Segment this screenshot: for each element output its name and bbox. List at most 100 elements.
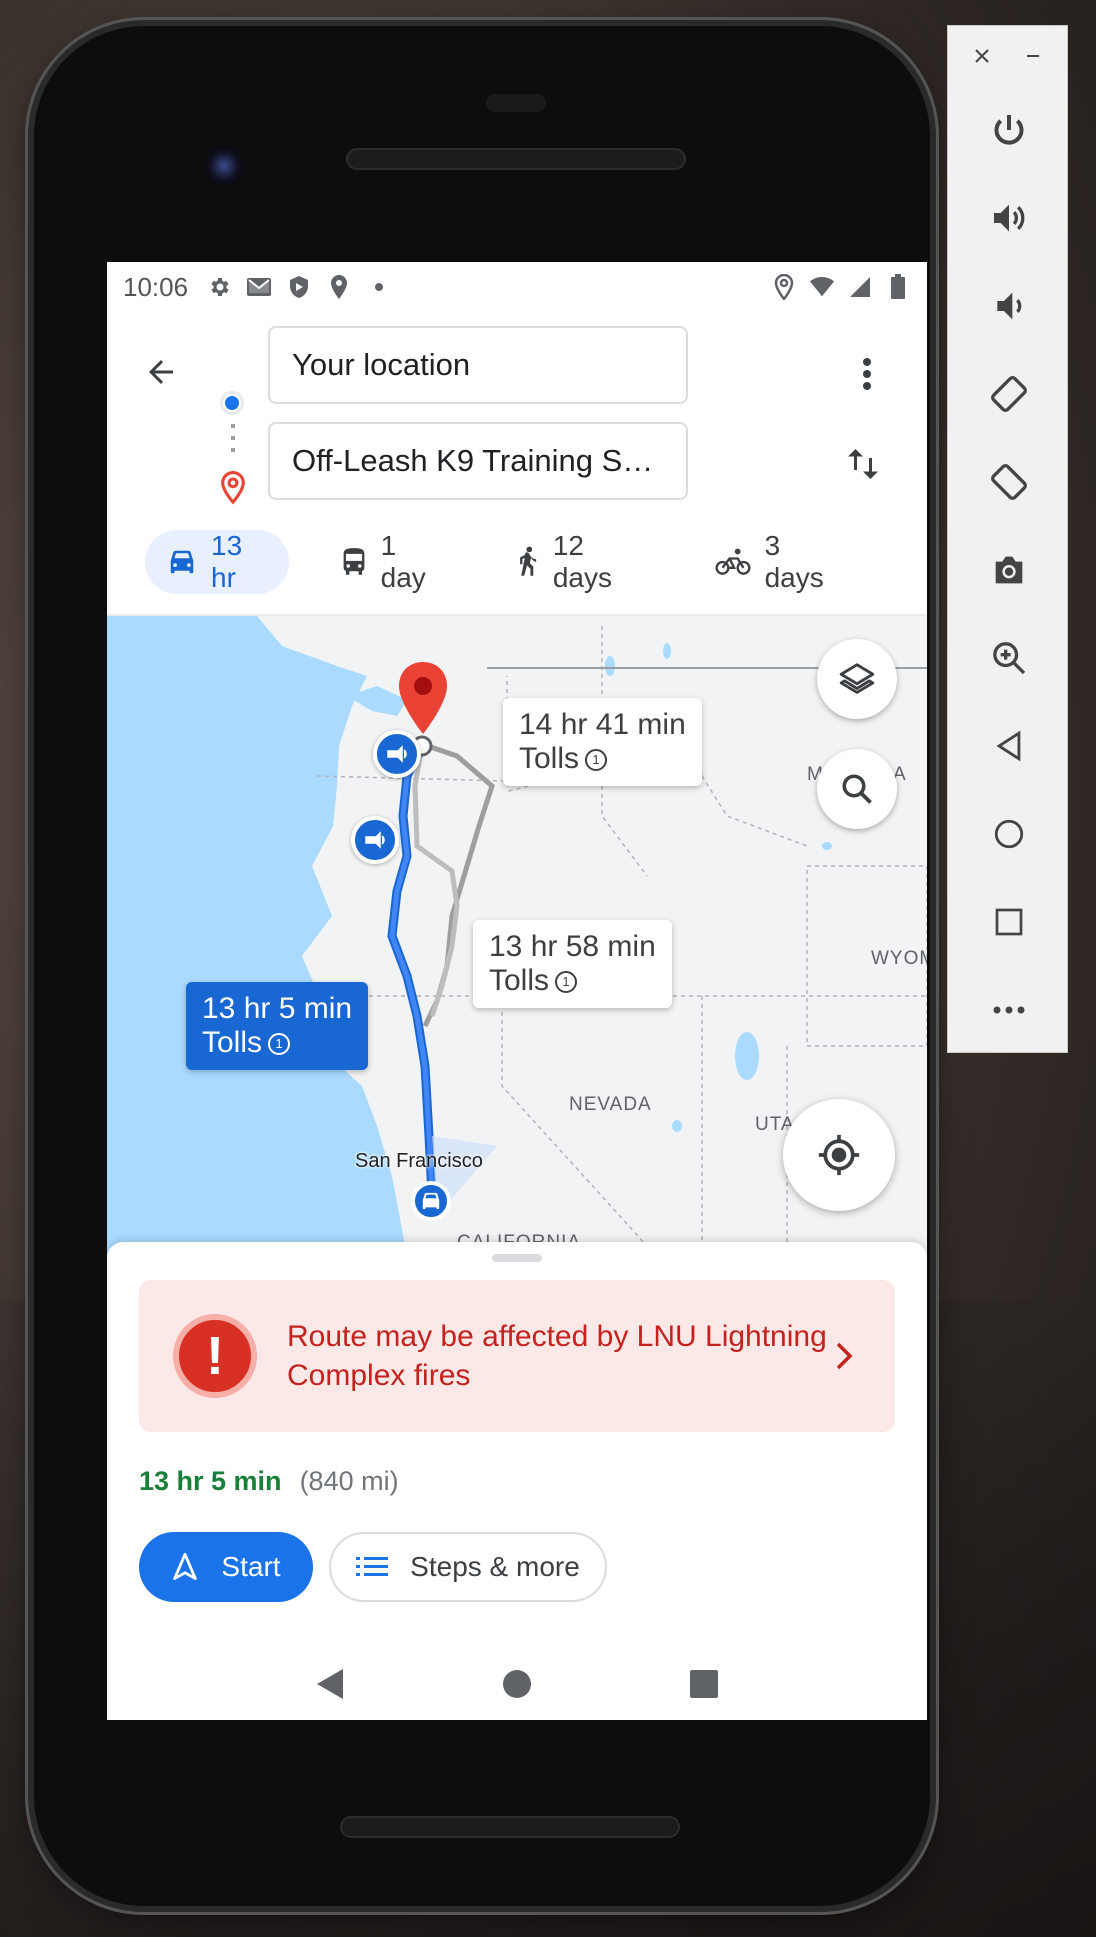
origin-input[interactable]: Your location: [268, 326, 688, 404]
search-icon: [842, 774, 872, 804]
overview-outline-icon: [995, 908, 1022, 936]
overview-square-icon: [689, 1670, 718, 1698]
lake-4: [672, 1120, 682, 1132]
swap-vert-icon: [848, 449, 878, 479]
route-callout-time: 13 hr 58 min: [489, 930, 656, 963]
rotate-left-icon: [990, 376, 1027, 412]
transit-icon: [343, 548, 365, 575]
route-callout-tolls: Tolls: [202, 1026, 263, 1059]
route-callout-selected[interactable]: 13 hr 5 min Tolls 1: [186, 982, 369, 1070]
route-callout-alt-1[interactable]: 14 hr 41 min Tolls 1: [503, 698, 702, 786]
power-icon: [994, 115, 1023, 145]
state-label-nevada: NEVADA: [569, 1094, 652, 1115]
bottom-speaker: [340, 1816, 680, 1838]
search-along-route-button[interactable]: [817, 749, 897, 829]
layers-icon: [839, 663, 875, 694]
minimize-icon: [1027, 55, 1039, 57]
android-navigation-bar: [107, 1648, 927, 1720]
emulator-close-button[interactable]: [970, 44, 994, 68]
destination-input[interactable]: Off-Leash K9 Training Seattle/ Ta...: [268, 422, 688, 500]
back-button[interactable]: [137, 348, 185, 396]
emulator-home-button[interactable]: [948, 790, 1069, 878]
tab-walk-label: 12 days: [552, 530, 613, 593]
route-callout-time: 13 hr 5 min: [202, 992, 353, 1025]
tab-drive-label: 13 hr: [211, 530, 243, 593]
emulator-power-button[interactable]: [948, 86, 1069, 174]
start-navigation-button[interactable]: Start: [139, 1532, 313, 1602]
layers-button[interactable]: [817, 639, 897, 719]
car-icon: [170, 550, 194, 574]
chevron-right-icon: [829, 1336, 859, 1376]
route-duration: 13 hr 5 min: [139, 1466, 282, 1496]
close-icon: [975, 49, 989, 63]
sensor-pill: [486, 94, 546, 112]
phone-frame: 10:06 Your location Off-Leash K9 Trainin…: [34, 26, 930, 1906]
steps-label: Steps & more: [410, 1551, 580, 1582]
emulator-volume-up-button[interactable]: [948, 174, 1069, 262]
navigation-arrow-icon: [173, 1552, 198, 1580]
tab-walk[interactable]: 12 days: [493, 530, 663, 594]
tab-drive[interactable]: 13 hr: [145, 530, 289, 594]
alert-exclamation-icon: !: [173, 1314, 257, 1398]
fire-alert-banner[interactable]: ! Route may be affected by LNU Lightning…: [139, 1280, 895, 1432]
tab-bike-label: 3 days: [764, 530, 824, 593]
nav-overview-button[interactable]: [684, 1664, 724, 1704]
alert-text: Route may be affected by LNU Lightning C…: [287, 1320, 827, 1392]
more-vert-icon: [863, 358, 871, 390]
more-options-button[interactable]: [847, 350, 887, 398]
toll-icon: 1: [268, 1033, 291, 1056]
lake-3: [822, 842, 832, 850]
list-icon: [356, 1557, 389, 1576]
tab-transit-label: 1 day: [380, 530, 426, 593]
emulator-more-button[interactable]: [948, 966, 1069, 1054]
emulator-toolbar: [947, 25, 1068, 1053]
state-label-wyoming: WYOM: [871, 948, 927, 969]
shield-icon: [286, 274, 312, 300]
emulator-screenshot-button[interactable]: [948, 526, 1069, 614]
start-label: Start: [221, 1551, 281, 1582]
home-circle-icon: [502, 1670, 531, 1698]
front-camera: [204, 146, 244, 186]
camera-icon: [995, 556, 1022, 584]
emulator-back-button[interactable]: [948, 702, 1069, 790]
gmail-icon: [246, 274, 272, 300]
status-bar: 10:06: [107, 262, 927, 312]
directions-header: Your location Off-Leash K9 Training Seat…: [107, 312, 927, 512]
my-location-button[interactable]: [783, 1099, 895, 1211]
route-selected: [387, 743, 437, 1197]
volume-down-icon: [996, 292, 1021, 320]
emulator-zoom-button[interactable]: [948, 614, 1069, 702]
speed-camera-icon[interactable]: [373, 730, 421, 778]
destination-pin-marker[interactable]: [395, 660, 451, 740]
route-callout-tolls: Tolls: [519, 742, 580, 775]
route-callout-alt-2[interactable]: 13 hr 58 min Tolls 1: [473, 920, 672, 1008]
toll-icon: 1: [585, 749, 608, 772]
volume-up-icon: [993, 204, 1024, 232]
nav-home-button[interactable]: [497, 1664, 537, 1704]
steps-and-more-button[interactable]: Steps & more: [329, 1532, 607, 1602]
swap-button[interactable]: [837, 438, 889, 490]
emulator-minimize-button[interactable]: [1021, 44, 1045, 68]
top-speaker: [346, 148, 686, 170]
emulator-overview-button[interactable]: [948, 878, 1069, 966]
tab-transit[interactable]: 1 day: [319, 530, 463, 594]
lake-2: [663, 643, 671, 659]
travel-mode-tabs: 13 hr 1 day 12 days 3 days: [107, 524, 927, 600]
sheet-drag-handle[interactable]: [492, 1254, 542, 1262]
nav-back-button[interactable]: [310, 1664, 350, 1704]
emulator-rotate-left-button[interactable]: [948, 350, 1069, 438]
route-alt-inland: [412, 743, 460, 1017]
tab-bike[interactable]: 3 days: [693, 530, 859, 594]
emulator-volume-down-button[interactable]: [948, 262, 1069, 350]
speed-camera-icon[interactable]: [351, 816, 399, 864]
route-connector-dots: [231, 424, 235, 460]
emulator-rotate-right-button[interactable]: [948, 438, 1069, 526]
origin-text: Your location: [292, 347, 471, 382]
rotate-right-icon: [990, 464, 1027, 500]
location-status-icon: [326, 274, 352, 300]
status-time: 10:06: [123, 271, 189, 302]
toll-icon: 1: [555, 971, 578, 994]
current-location-car-icon: [411, 1181, 451, 1221]
signal-icon: [847, 274, 873, 300]
back-triangle-icon: [317, 1669, 344, 1699]
